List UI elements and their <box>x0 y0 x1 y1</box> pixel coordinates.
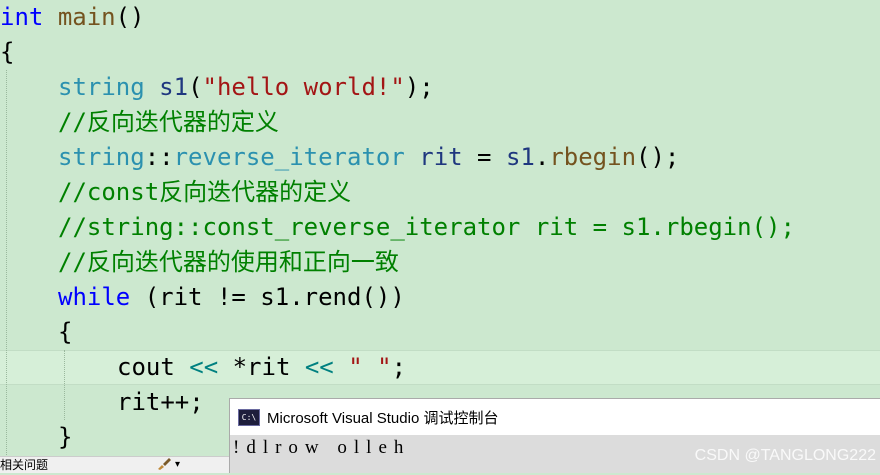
console-titlebar[interactable]: C:\ Microsoft Visual Studio 调试控制台 <box>230 399 880 435</box>
comment-prefix: // <box>58 108 87 136</box>
code-line-3[interactable]: string s1("hello world!"); <box>58 70 434 105</box>
brush-icon[interactable] <box>156 457 172 475</box>
operator: << <box>304 353 334 381</box>
identifier: *rit <box>218 353 305 381</box>
punctuation: () <box>115 3 145 31</box>
code-line-12[interactable]: rit++; <box>117 385 204 420</box>
code-line-4[interactable]: //反向迭代器的定义 <box>58 105 279 140</box>
keyword: int <box>0 3 44 31</box>
comment-prefix: // <box>58 248 87 276</box>
variable: s1 <box>159 73 189 101</box>
punctuation: ); <box>404 73 434 101</box>
brace: { <box>58 318 73 346</box>
condition: (rit != s1.rend()) <box>130 283 405 311</box>
code-line-2[interactable]: { <box>0 35 14 70</box>
comment-text: 反向迭代器的定义 <box>159 178 352 206</box>
indent-guide <box>64 350 65 420</box>
indent-guide <box>6 70 7 455</box>
comment-prefix: //const <box>58 178 160 206</box>
code-line-13[interactable]: } <box>58 420 72 455</box>
brace: } <box>58 423 73 451</box>
comment-text: 反向迭代器的使用和正向一致 <box>86 248 399 276</box>
code-line-10[interactable]: { <box>58 315 72 350</box>
variable: rit <box>419 143 463 171</box>
code-line-8[interactable]: //反向迭代器的使用和正向一致 <box>58 245 399 280</box>
error-list-tab[interactable]: 相关问题 ▾ <box>0 456 229 473</box>
string-literal: "hello world!" <box>202 73 405 101</box>
code-line-7[interactable]: //string::const_reverse_iterator rit = s… <box>58 210 795 245</box>
punctuation: ( <box>188 73 203 101</box>
comment-text: 反向迭代器的定义 <box>86 108 279 136</box>
watermark: CSDN @TANGLONG222 <box>694 447 876 464</box>
punctuation: ; <box>391 353 407 381</box>
related-issues-label: 相关问题 <box>0 458 49 472</box>
keyword: while <box>58 283 131 311</box>
function-name: rbegin <box>549 143 637 171</box>
code-line-5[interactable]: string::reverse_iterator rit = s1.rbegin… <box>58 140 679 175</box>
comment-text: //string::const_reverse_iterator rit = s… <box>58 213 795 241</box>
function-name: main <box>57 3 116 31</box>
identifier: cout <box>117 353 190 381</box>
type-name: reverse_iterator <box>173 143 405 171</box>
console-title: Microsoft Visual Studio 调试控制台 <box>267 409 499 427</box>
code-line-11[interactable]: cout << *rit << " "; <box>117 350 406 385</box>
code-line-1[interactable]: int main() <box>0 0 145 35</box>
variable: s1 <box>505 143 535 171</box>
scope-operator: :: <box>144 143 174 171</box>
punctuation: (); <box>636 143 680 171</box>
console-output: !dlrow olleh <box>233 437 411 458</box>
code-line-6[interactable]: //const反向迭代器的定义 <box>58 175 351 210</box>
type-name: string <box>58 73 145 101</box>
code-line-9[interactable]: while (rit != s1.rend()) <box>58 280 405 315</box>
string-literal: " " <box>348 353 392 381</box>
type-name: string <box>58 143 145 171</box>
operator: << <box>189 353 219 381</box>
chevron-down-icon[interactable]: ▾ <box>175 457 180 473</box>
punctuation: . <box>534 143 550 171</box>
brace: { <box>0 38 15 66</box>
console-app-icon: C:\ <box>238 408 260 426</box>
statement: rit++; <box>117 388 204 416</box>
operator: = <box>462 143 506 171</box>
